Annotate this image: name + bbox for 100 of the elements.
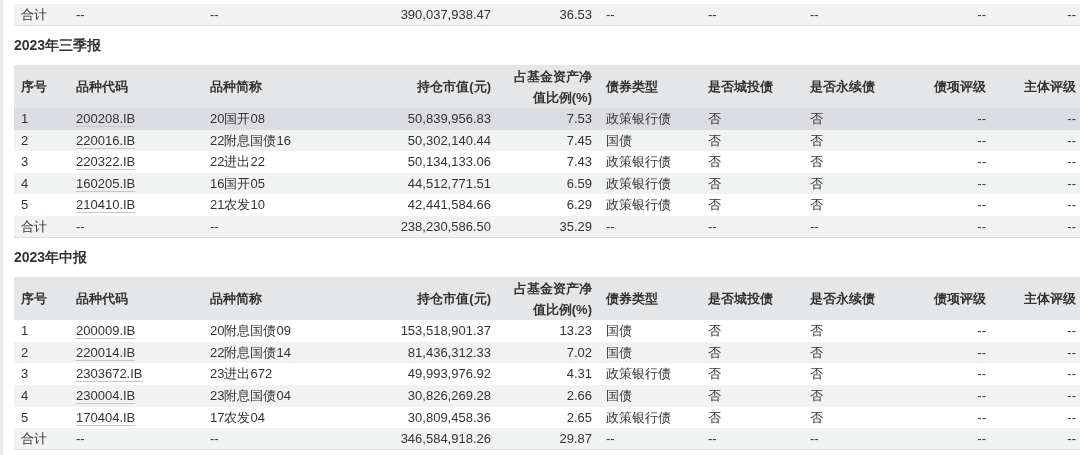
table-cell: 否 (803, 129, 900, 152)
table-cell: -- (900, 384, 993, 407)
table-cell: 否 (803, 172, 900, 195)
table-cell: 否 (701, 172, 803, 195)
column-header: 序号 (14, 65, 69, 109)
column-header: 品种简称 (203, 277, 360, 321)
table-cell: 6.29 (498, 194, 599, 217)
table-cell: 22附息国债16 (203, 129, 360, 152)
bond-code-link[interactable]: 220322.IB (76, 154, 136, 171)
bond-code-link[interactable]: 200009.IB (76, 323, 136, 340)
table-cell: 30,809,458.36 (360, 406, 498, 429)
table-cell: -- (69, 428, 203, 450)
table-cell: -- (900, 216, 993, 238)
table-cell: 国债 (599, 384, 701, 407)
column-header: 债券类型 (599, 277, 701, 321)
table-cell: -- (203, 4, 360, 26)
bond-code-link[interactable]: 210410.IB (76, 197, 136, 214)
column-header: 占基金资产净值比例(%) (498, 277, 599, 321)
table-cell: -- (803, 4, 900, 26)
table-cell: 44,512,771.51 (360, 172, 498, 195)
table-cell: 2.66 (498, 384, 599, 407)
table-cell: -- (900, 320, 993, 342)
table-cell: 81,436,312.33 (360, 341, 498, 364)
table-cell: 20附息国债09 (203, 320, 360, 342)
column-header: 债券类型 (599, 65, 701, 109)
table-cell: 7.43 (498, 151, 599, 173)
table-cell: 42,441,584.66 (360, 194, 498, 217)
table-cell: 1 (14, 108, 69, 130)
table-cell: -- (701, 4, 803, 26)
table-cell: -- (993, 363, 1080, 385)
table-cell: 49,993,976.92 (360, 363, 498, 385)
table-cell: -- (993, 108, 1080, 130)
table-cell: -- (993, 320, 1080, 342)
table-cell: 2 (14, 129, 69, 152)
table-cell: -- (993, 216, 1080, 238)
table-cell: -- (993, 428, 1080, 450)
table-cell: -- (599, 4, 701, 26)
table-cell: 政策银行债 (599, 363, 701, 385)
table-cell: -- (993, 341, 1080, 364)
table-cell: -- (993, 384, 1080, 407)
table-cell: 153,518,901.37 (360, 320, 498, 342)
column-header: 是否永续债 (803, 277, 900, 321)
table-cell: 合计 (14, 216, 69, 238)
table-cell: 合计 (14, 428, 69, 450)
table-cell: 国债 (599, 341, 701, 364)
table-cell: -- (599, 216, 701, 238)
table-cell: 7.53 (498, 108, 599, 130)
table-cell: 否 (803, 151, 900, 173)
column-header: 品种简称 (203, 65, 360, 109)
table-cell: -- (203, 428, 360, 450)
table-cell: 政策银行债 (599, 194, 701, 217)
table-cell: 否 (803, 384, 900, 407)
table-cell: 3 (14, 151, 69, 173)
table-cell: -- (900, 108, 993, 130)
table-cell: 346,584,918.26 (360, 428, 498, 450)
table-cell: 50,302,140.44 (360, 129, 498, 152)
table-cell: -- (900, 172, 993, 195)
table-cell: -- (69, 4, 203, 26)
table-cell: 政策银行债 (599, 151, 701, 173)
table-cell: -- (993, 406, 1080, 429)
table-cell: 政策银行债 (599, 108, 701, 130)
column-header: 品种代码 (69, 277, 203, 321)
table-cell: 3 (14, 363, 69, 385)
bond-code-link[interactable]: 2303672.IB (76, 366, 143, 383)
table-cell: 5 (14, 406, 69, 429)
table-cell: 2.65 (498, 406, 599, 429)
column-header: 债项评级 (900, 65, 993, 109)
column-header: 持仓市值(元) (360, 65, 498, 109)
table-cell: -- (900, 406, 993, 429)
table-cell: 20国开08 (203, 108, 360, 130)
column-header: 品种代码 (69, 65, 203, 109)
table-cell: -- (900, 151, 993, 173)
table-cell: -- (599, 428, 701, 450)
table-cell: 国债 (599, 129, 701, 152)
column-header: 持仓市值(元) (360, 277, 498, 321)
table-cell: 35.29 (498, 216, 599, 238)
table-cell: -- (900, 4, 993, 26)
table-cell: 6.59 (498, 172, 599, 195)
table-cell: 16国开05 (203, 172, 360, 195)
column-header: 主体评级 (993, 65, 1080, 109)
table-cell: -- (993, 129, 1080, 152)
column-header: 债项评级 (900, 277, 993, 321)
table-cell: 13.23 (498, 320, 599, 342)
table-cell: 否 (803, 406, 900, 429)
section-title: 2023年三季报 (14, 36, 102, 56)
table-cell: -- (900, 341, 993, 364)
table-cell: -- (900, 363, 993, 385)
table-cell: 合计 (14, 4, 69, 26)
table-cell: 36.53 (498, 4, 599, 26)
table-cell: -- (993, 172, 1080, 195)
table-cell: -- (993, 4, 1080, 26)
column-header: 是否城投债 (701, 277, 803, 321)
bond-code-link[interactable]: 170404.IB (76, 409, 136, 426)
table-cell: 17农发04 (203, 406, 360, 429)
table-cell: -- (701, 428, 803, 450)
table-cell: 否 (803, 108, 900, 130)
table-cell: 否 (803, 194, 900, 217)
table-cell: 29.87 (498, 428, 599, 450)
table-cell: 30,826,269.28 (360, 384, 498, 407)
table-cell: 否 (701, 363, 803, 385)
